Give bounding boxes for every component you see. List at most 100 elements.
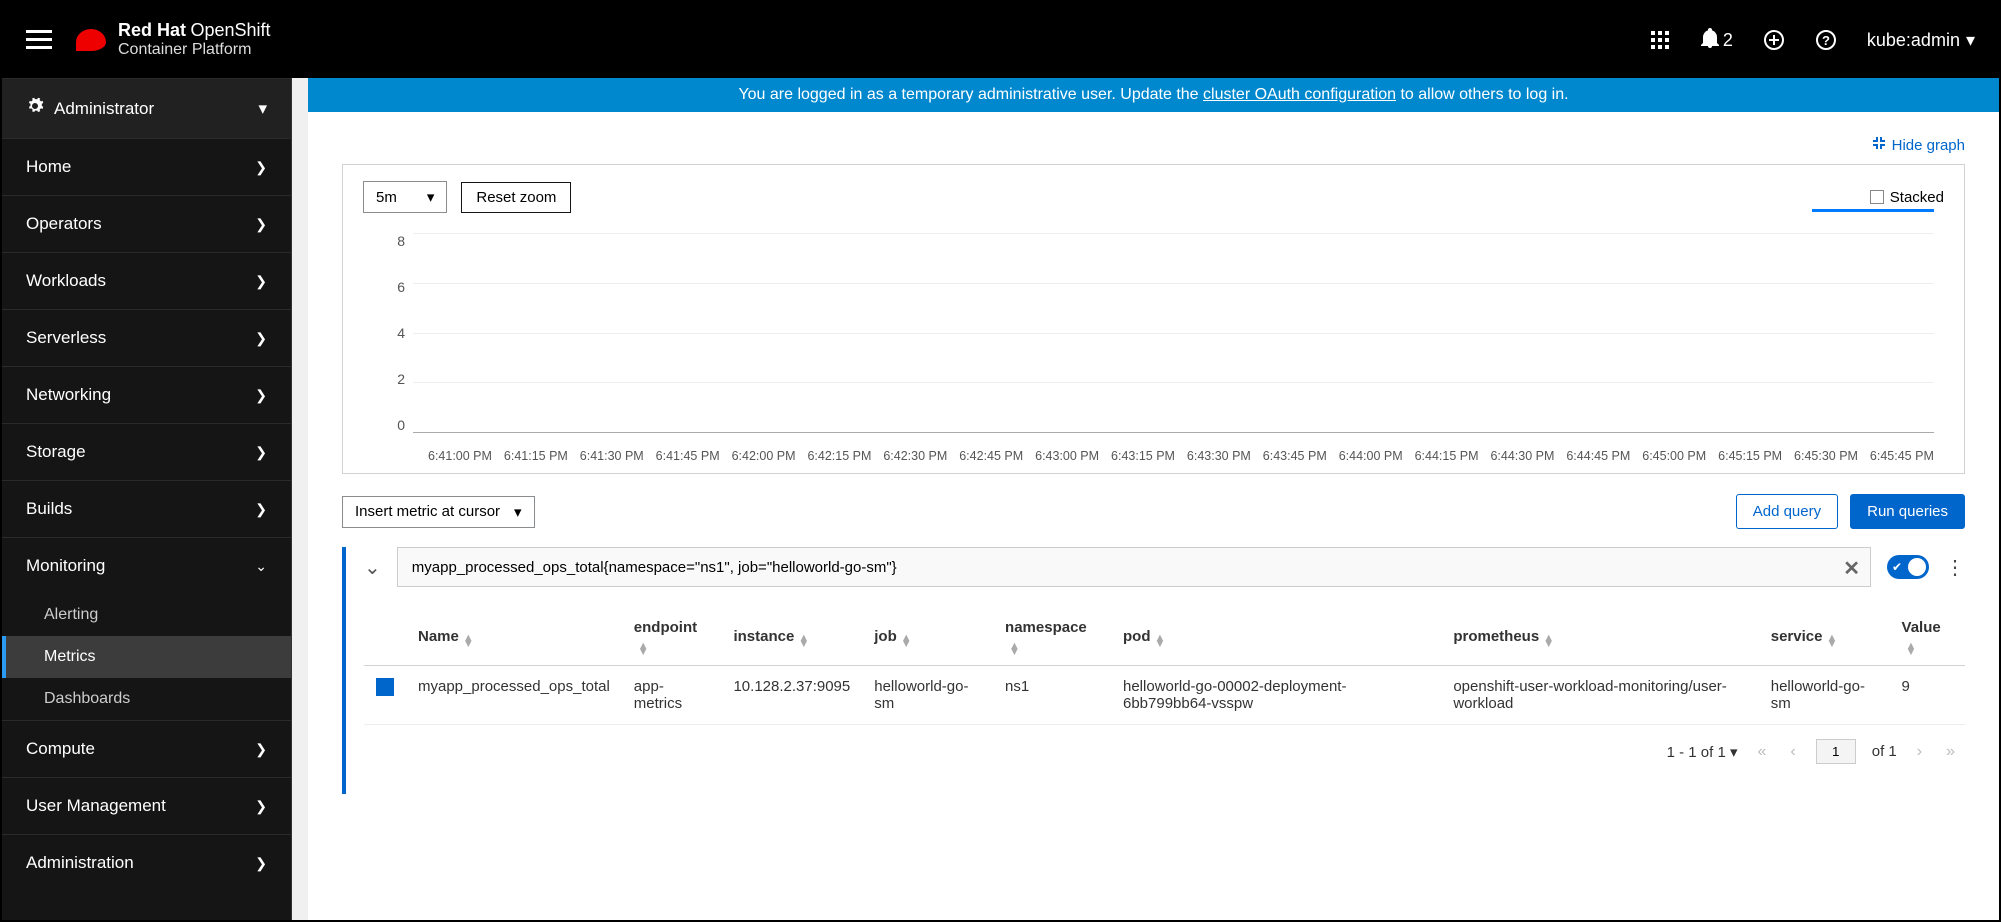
query-expression-input[interactable]: myapp_processed_ops_total{namespace="ns1… — [397, 547, 1871, 587]
sidebar-item-workloads[interactable]: Workloads❯ — [2, 252, 291, 309]
sidebar-item-administration[interactable]: Administration❯ — [2, 834, 291, 891]
redhat-icon — [76, 29, 106, 51]
x-axis: 6:41:00 PM6:41:15 PM6:41:30 PM6:41:45 PM… — [428, 449, 1934, 463]
run-queries-button[interactable]: Run queries — [1850, 494, 1965, 529]
check-icon: ✔ — [1892, 560, 1902, 574]
cell-prometheus: openshift-user-workload-monitoring/user-… — [1441, 666, 1758, 725]
first-page-button[interactable]: « — [1754, 743, 1771, 761]
gear-icon — [26, 97, 44, 120]
chevron-right-icon: ❯ — [255, 855, 267, 872]
perspective-switcher[interactable]: Administrator ▾ — [2, 78, 291, 138]
user-name: kube:admin — [1867, 30, 1960, 51]
col-endpoint[interactable]: endpoint▲▼ — [622, 609, 722, 666]
col-prometheus[interactable]: prometheus▲▼ — [1441, 609, 1758, 666]
sidebar-item-storage[interactable]: Storage❯ — [2, 423, 291, 480]
col-instance[interactable]: instance▲▼ — [721, 609, 862, 666]
compress-icon — [1872, 136, 1886, 154]
series-line — [1812, 209, 1934, 212]
cell-pod: helloworld-go-00002-deployment-6bb799bb6… — [1111, 666, 1441, 725]
sidebar-item-alerting[interactable]: Alerting — [2, 594, 291, 636]
user-menu[interactable]: kube:admin ▾ — [1867, 30, 1975, 51]
sidebar-scrollbar[interactable] — [292, 78, 308, 920]
import-button[interactable] — [1763, 29, 1785, 51]
graph-panel: 5m ▾ Reset zoom Stacked 8 6 4 — [342, 164, 1965, 474]
svg-text:?: ? — [1822, 33, 1830, 48]
sidebar-item-serverless[interactable]: Serverless❯ — [2, 309, 291, 366]
help-button[interactable]: ? — [1815, 29, 1837, 51]
chevron-right-icon: ❯ — [255, 501, 267, 518]
masthead: Red Hat OpenShift Container Platform 2 ? — [2, 2, 1999, 78]
main-content: You are logged in as a temporary adminis… — [308, 78, 1999, 920]
y-axis: 8 6 4 2 0 — [363, 233, 413, 433]
sidebar-item-dashboards[interactable]: Dashboards — [2, 678, 291, 720]
oauth-config-link[interactable]: cluster OAuth configuration — [1203, 86, 1396, 103]
hide-graph-button[interactable]: Hide graph — [1872, 136, 1965, 154]
cell-namespace: ns1 — [993, 666, 1111, 725]
notification-count: 2 — [1723, 30, 1733, 51]
series-color-swatch[interactable] — [376, 678, 394, 696]
sidebar-item-user-management[interactable]: User Management❯ — [2, 777, 291, 834]
sidebar-item-monitoring[interactable]: Monitoring⌄ — [2, 537, 291, 594]
brand-line1: Red Hat — [118, 20, 186, 40]
add-query-button[interactable]: Add query — [1736, 494, 1838, 529]
caret-down-icon: ▾ — [514, 503, 522, 521]
pagination-summary[interactable]: 1 - 1 of 1 ▾ — [1667, 743, 1738, 761]
collapse-query-button[interactable]: ⌄ — [364, 555, 381, 580]
sidebar-item-builds[interactable]: Builds❯ — [2, 480, 291, 537]
brand-line3: Container Platform — [118, 41, 271, 59]
chevron-right-icon: ❯ — [255, 444, 267, 461]
bell-icon — [1701, 28, 1719, 53]
clear-query-button[interactable]: ✕ — [1843, 556, 1860, 581]
col-job[interactable]: job▲▼ — [862, 609, 993, 666]
brand-logo[interactable]: Red Hat OpenShift Container Platform — [76, 21, 271, 58]
chevron-right-icon: ❯ — [255, 273, 267, 290]
cell-job: helloworld-go-sm — [862, 666, 993, 725]
pagination: 1 - 1 of 1 ▾ « ‹ of 1 › » — [364, 725, 1965, 778]
chevron-right-icon: ❯ — [255, 798, 267, 815]
query-block: ⌄ myapp_processed_ops_total{namespace="n… — [342, 547, 1965, 794]
next-page-button[interactable]: › — [1913, 743, 1926, 761]
caret-down-icon: ▾ — [1966, 30, 1975, 51]
col-value[interactable]: Value▲▼ — [1890, 609, 1965, 666]
sidebar-item-compute[interactable]: Compute❯ — [2, 720, 291, 777]
query-kebab-menu[interactable]: ⋮ — [1945, 555, 1965, 580]
metrics-chart[interactable]: 8 6 4 2 0 — [363, 233, 1944, 463]
sidebar-item-metrics[interactable]: Metrics — [2, 636, 291, 678]
cell-endpoint: app-metrics — [622, 666, 722, 725]
nav-toggle-button[interactable] — [26, 30, 52, 49]
reset-zoom-button[interactable]: Reset zoom — [461, 182, 571, 213]
col-name[interactable]: Name▲▼ — [406, 609, 622, 666]
chevron-right-icon: ❯ — [255, 216, 267, 233]
cell-service: helloworld-go-sm — [1759, 666, 1890, 725]
sidebar-item-home[interactable]: Home❯ — [2, 138, 291, 195]
page-number-input[interactable] — [1816, 739, 1856, 764]
chevron-right-icon: ❯ — [255, 330, 267, 347]
sidebar-item-networking[interactable]: Networking❯ — [2, 366, 291, 423]
admin-banner: You are logged in as a temporary adminis… — [308, 78, 1999, 112]
results-table: Name▲▼ endpoint▲▼ instance▲▼ job▲▼ names… — [364, 609, 1965, 725]
app-launcher-icon[interactable] — [1649, 29, 1671, 51]
perspective-label: Administrator — [54, 99, 154, 119]
prev-page-button[interactable]: ‹ — [1786, 743, 1799, 761]
cell-name: myapp_processed_ops_total — [406, 666, 622, 725]
last-page-button[interactable]: » — [1942, 743, 1959, 761]
page-of-label: of 1 — [1872, 743, 1897, 760]
query-enabled-toggle[interactable]: ✔ — [1887, 555, 1929, 579]
notifications-button[interactable]: 2 — [1701, 28, 1733, 53]
caret-down-icon: ▾ — [258, 99, 267, 119]
col-service[interactable]: service▲▼ — [1759, 609, 1890, 666]
cell-value: 9 — [1890, 666, 1965, 725]
time-range-select[interactable]: 5m ▾ — [363, 181, 447, 213]
chevron-down-icon: ⌄ — [255, 558, 267, 575]
chevron-right-icon: ❯ — [255, 159, 267, 176]
col-pod[interactable]: pod▲▼ — [1111, 609, 1441, 666]
insert-metric-dropdown[interactable]: Insert metric at cursor ▾ — [342, 496, 535, 528]
chevron-right-icon: ❯ — [255, 741, 267, 758]
plot-area — [413, 233, 1934, 433]
sidebar-item-operators[interactable]: Operators❯ — [2, 195, 291, 252]
sidebar: Administrator ▾ Home❯ Operators❯ Workloa… — [2, 78, 292, 920]
col-namespace[interactable]: namespace▲▼ — [993, 609, 1111, 666]
table-row: myapp_processed_ops_total app-metrics 10… — [364, 666, 1965, 725]
stacked-label: Stacked — [1890, 189, 1944, 206]
stacked-checkbox[interactable] — [1870, 190, 1884, 204]
